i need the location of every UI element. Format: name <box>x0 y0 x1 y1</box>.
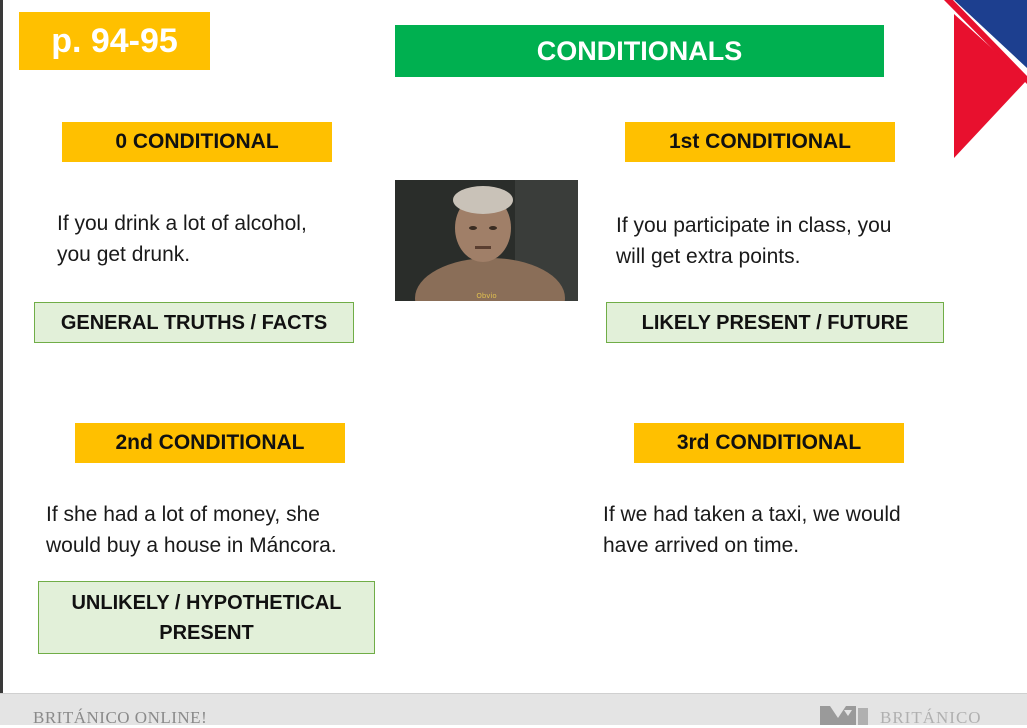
example-line: If you drink a lot of alcohol, <box>57 212 307 235</box>
example-line: you get drunk. <box>57 243 191 266</box>
example-line: have arrived on time. <box>603 534 800 557</box>
zero-conditional-example: If you drink a lot of alcohol, you get d… <box>57 208 377 270</box>
slide-title: CONDITIONALS <box>395 25 884 77</box>
second-conditional-category: UNLIKELY / HYPOTHETICAL PRESENT <box>38 581 375 654</box>
first-conditional-category: LIKELY PRESENT / FUTURE <box>606 302 944 343</box>
zero-conditional-category: GENERAL TRUTHS / FACTS <box>34 302 354 343</box>
footer-brand-text-right: BRITÁNICO <box>880 708 982 727</box>
category-text: GENERAL TRUTHS / FACTS <box>60 311 328 334</box>
example-line: If you participate in class, you <box>616 214 892 237</box>
category-text: PRESENT <box>159 621 254 644</box>
category-text: LIKELY PRESENT / FUTURE <box>641 311 909 334</box>
first-conditional-label: 1st CONDITIONAL <box>625 122 895 162</box>
page-reference-badge: p. 94-95 <box>19 12 210 70</box>
first-conditional-example: If you participate in class, you will ge… <box>616 210 956 272</box>
uk-flag-corner-icon <box>944 0 1027 158</box>
footer-brand-text: BRITÁNICO ONLINE! <box>33 708 208 727</box>
zero-conditional-label: 0 CONDITIONAL <box>62 122 332 162</box>
second-conditional-label: 2nd CONDITIONAL <box>75 423 345 463</box>
slide: p. 94-95 CONDITIONALS 0 CONDITIONAL If y… <box>0 0 1027 727</box>
example-line: would buy a house in Máncora. <box>46 534 337 557</box>
britanico-logo-icon <box>820 706 868 725</box>
example-line: If we had taken a taxi, we would <box>603 503 901 526</box>
slide-footer: BRITÁNICO ONLINE! BRITÁNICO <box>0 693 1027 727</box>
window-edge <box>0 0 3 724</box>
third-conditional-example: If we had taken a taxi, we would have ar… <box>603 499 983 561</box>
example-line: will get extra points. <box>616 245 801 268</box>
example-line: If she had a lot of money, she <box>46 503 320 526</box>
third-conditional-label: 3rd CONDITIONAL <box>634 423 904 463</box>
video-thumbnail[interactable]: Obvio <box>395 180 578 301</box>
category-text: UNLIKELY / HYPOTHETICAL <box>71 591 342 614</box>
video-caption: Obvio <box>476 292 497 300</box>
person-image <box>395 180 578 301</box>
second-conditional-example: If she had a lot of money, she would buy… <box>46 499 406 561</box>
